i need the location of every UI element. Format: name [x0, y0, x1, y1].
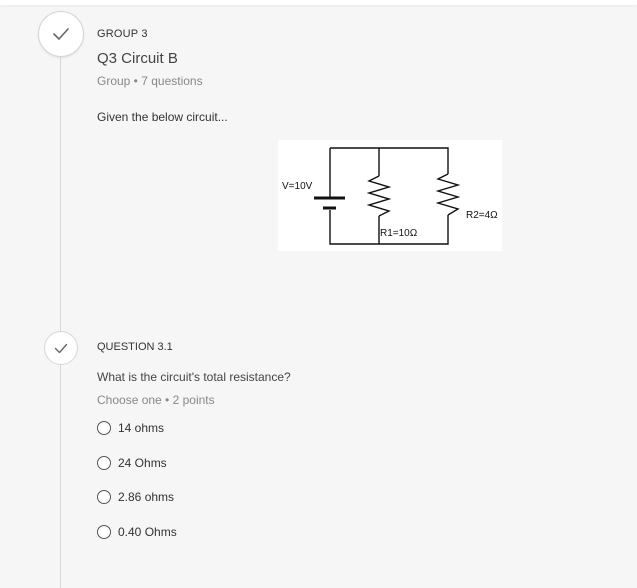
timeline-line: [60, 56, 61, 588]
group-title: Q3 Circuit B: [97, 50, 178, 67]
answer-option-label: 14 ohms: [118, 421, 165, 435]
radio-button[interactable]: [97, 490, 111, 504]
r2-resistor: [435, 173, 461, 216]
group-meta: Group • 7 questions: [97, 74, 203, 88]
group-label: GROUP 3: [97, 28, 148, 40]
top-strip: [0, 0, 637, 5]
checkmark-icon: [53, 28, 69, 40]
radio-button[interactable]: [97, 421, 111, 435]
r1-label: R1=10Ω: [380, 228, 418, 239]
radio-button[interactable]: [97, 456, 111, 470]
answer-option-label: 24 Ohms: [118, 456, 167, 470]
checkmark-icon: [54, 343, 68, 353]
voltage-label: V=10V: [282, 181, 313, 192]
r2-label: R2=4Ω: [466, 210, 498, 221]
question-label: QUESTION 3.1: [97, 341, 173, 353]
group-intro-text: Given the below circuit...: [97, 110, 228, 124]
question-meta: Choose one • 2 points: [97, 393, 215, 407]
circuit-diagram: V=10V R1=10Ω R2=4Ω: [278, 140, 502, 251]
r1-resistor: [366, 175, 392, 217]
answer-option-label: 2.86 ohms: [118, 490, 175, 504]
answer-option[interactable]: 2.86 ohms: [97, 488, 174, 506]
answer-option[interactable]: 14 ohms: [97, 419, 164, 437]
answer-option[interactable]: 24 Ohms: [97, 454, 167, 472]
group-status-badge: [38, 11, 84, 57]
radio-button[interactable]: [97, 525, 111, 539]
question-text: What is the circuit's total resistance?: [97, 370, 291, 384]
answer-option-label: 0.40 Ohms: [118, 525, 177, 539]
question-status-badge: [44, 331, 78, 365]
answer-option[interactable]: 0.40 Ohms: [97, 523, 177, 541]
circuit-drawing: V=10V R1=10Ω R2=4Ω: [282, 147, 498, 245]
